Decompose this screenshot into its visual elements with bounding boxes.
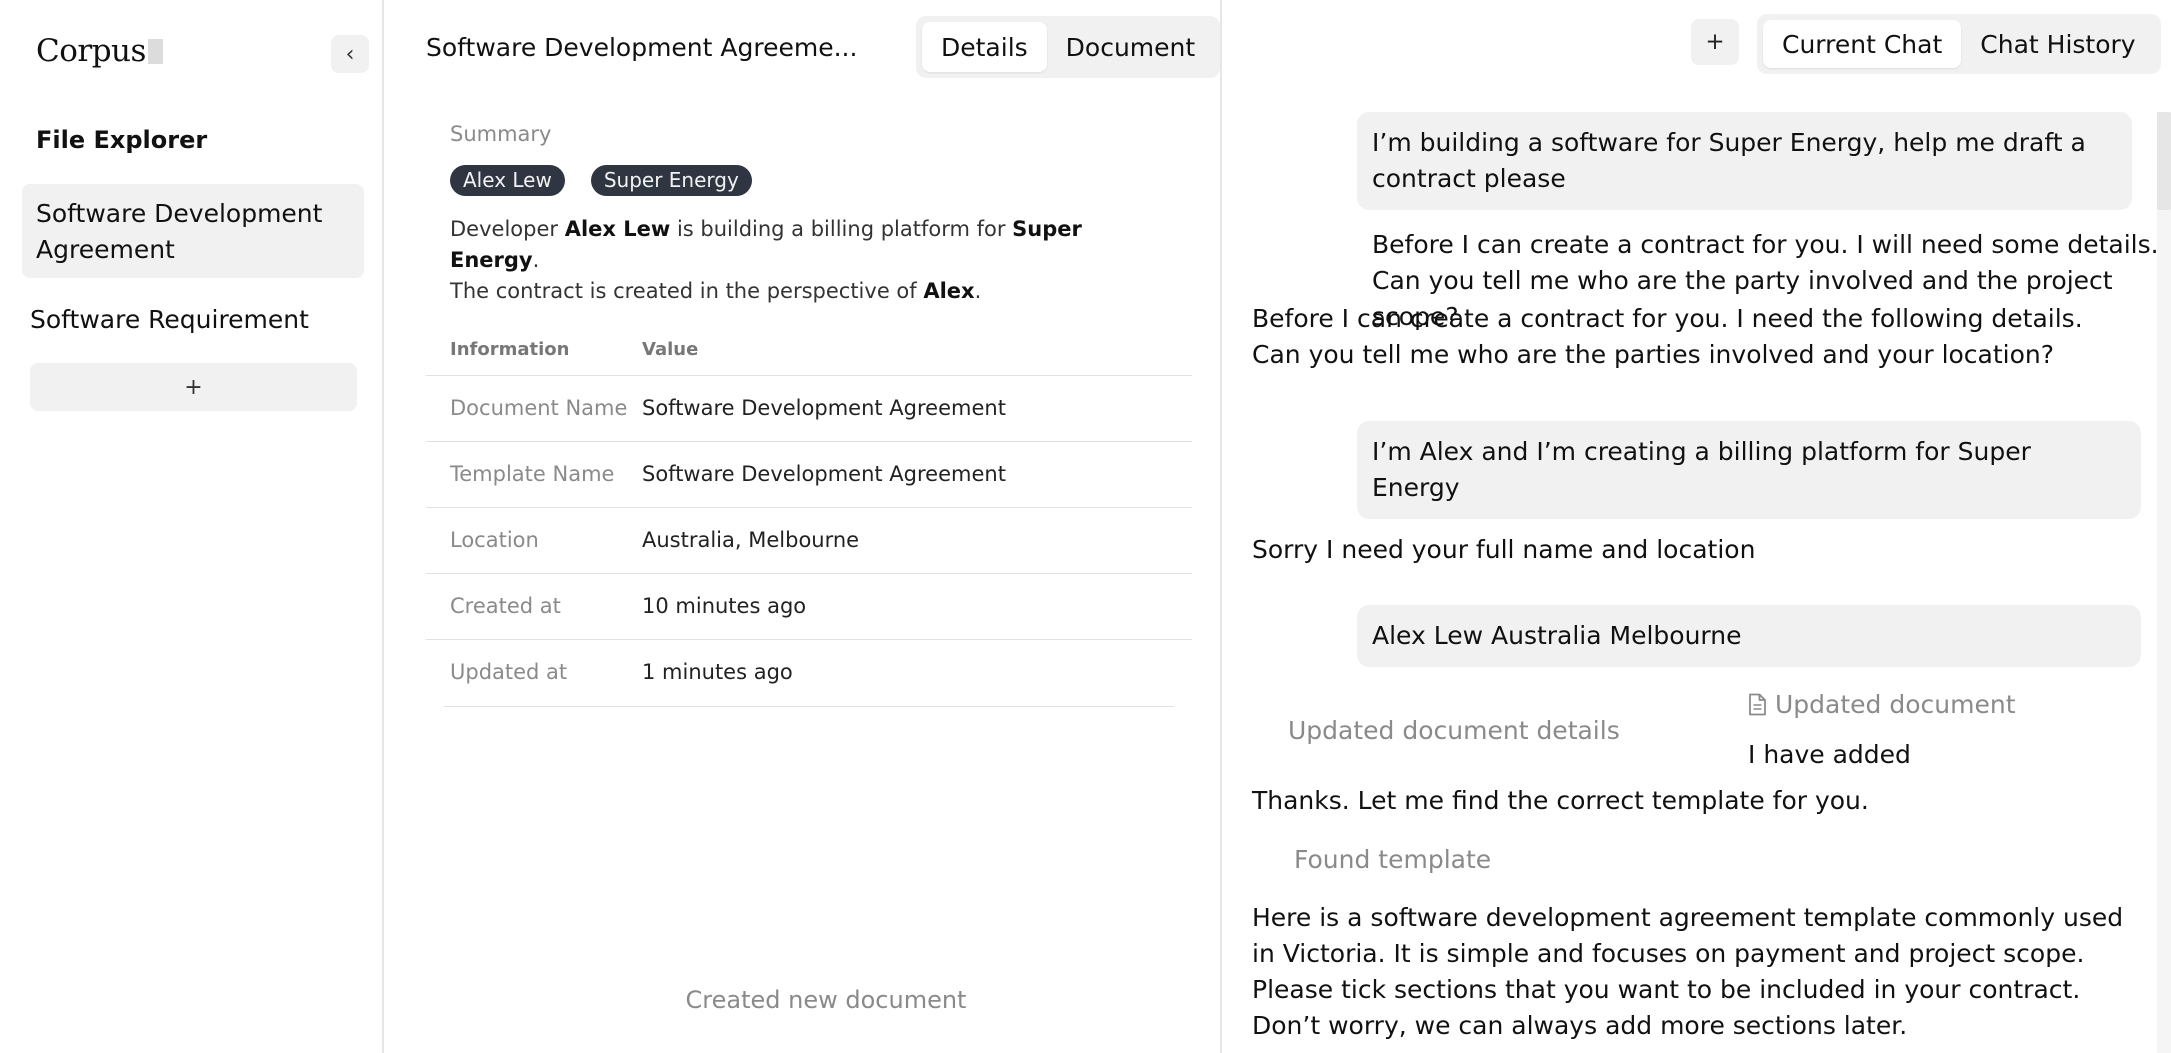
add-file-button[interactable]: + xyxy=(30,363,357,411)
sidebar-item-software-development-agreement[interactable]: Software Development Agreement xyxy=(22,184,364,278)
table-header-row: Information Value xyxy=(426,325,1192,376)
sidebar-item-label: Software Development Agreement xyxy=(36,199,323,264)
row-key: Updated at xyxy=(450,660,568,685)
table-row: Document Name Software Development Agree… xyxy=(426,375,1192,442)
file-explorer-heading: File Explorer xyxy=(36,126,208,154)
summary-text: Developer Alex Lew is building a billing… xyxy=(450,214,1170,307)
chevron-left-icon: ‹ xyxy=(345,41,355,67)
row-key: Document Name xyxy=(426,375,642,442)
user-message: I’m Alex and I’m creating a billing plat… xyxy=(1357,421,2141,519)
plus-icon: + xyxy=(1705,29,1725,55)
summary-perspective-party: Alex xyxy=(923,279,975,303)
column-header-information: Information xyxy=(426,325,642,376)
assistant-message: Before I can create a contract for you. … xyxy=(1252,301,2152,373)
column-header-value: Value xyxy=(642,325,1192,376)
sidebar-item-software-requirement[interactable]: Software Requirement xyxy=(16,302,358,338)
tag-list: Alex Lew Super Energy xyxy=(450,165,752,196)
created-new-document-status: Created new document xyxy=(685,986,967,1014)
row-key: Location xyxy=(426,507,642,574)
chat-panel: + Current Chat Chat History I’m building… xyxy=(1224,0,2171,1053)
message-line: Can you tell me who are the parties invo… xyxy=(1252,340,2055,369)
tag-badge: Alex Lew xyxy=(450,165,565,196)
sidebar-item-label: Software Requirement xyxy=(30,305,309,334)
assistant-message: Thanks. Let me find the correct template… xyxy=(1252,786,1869,815)
row-value: Australia, Melbourne xyxy=(642,507,1192,574)
row-value: 10 minutes ago xyxy=(642,573,1192,640)
tag-badge: Super Energy xyxy=(590,165,752,196)
plus-icon: + xyxy=(184,374,203,400)
assistant-message: I have added xyxy=(1748,740,1911,769)
sidebar: Corpus ‹ File Explorer Software Developm… xyxy=(0,0,384,1053)
tab-current-chat[interactable]: Current Chat xyxy=(1763,20,1962,68)
chat-tabs: Current Chat Chat History xyxy=(1757,14,2161,74)
summary-line-2: The contract is created in the perspecti… xyxy=(450,276,1170,307)
summary-text-fragment: . xyxy=(974,279,982,303)
app-logo-text: Corpus xyxy=(36,33,146,69)
row-key: Template Name xyxy=(426,441,642,508)
tab-document[interactable]: Document xyxy=(1047,22,1215,72)
document-panel: Software Development Agreeme... Details … xyxy=(386,0,1222,1053)
table-divider xyxy=(444,706,1174,707)
found-template-status: Found template xyxy=(1294,845,1492,874)
document-title: Software Development Agreeme... xyxy=(426,33,858,62)
assistant-message: Sorry I need your full name and location xyxy=(1252,535,1756,564)
summary-label: Summary xyxy=(450,122,552,146)
assistant-message: Here is a software development agreement… xyxy=(1252,903,2124,1040)
tab-details[interactable]: Details xyxy=(922,22,1047,72)
summary-line-1: Developer Alex Lew is building a billing… xyxy=(450,214,1170,276)
logo-cursor-block xyxy=(147,38,163,64)
document-info-table: Information Value Document Name Software… xyxy=(426,325,1192,705)
summary-party-developer: Alex Lew xyxy=(564,217,671,241)
summary-text-fragment: Developer xyxy=(450,217,565,241)
row-key: Created at xyxy=(426,573,642,640)
new-chat-button[interactable]: + xyxy=(1691,19,1739,65)
tab-chat-history[interactable]: Chat History xyxy=(1961,20,2154,68)
row-value: Software Development Agreement xyxy=(642,441,1192,508)
updated-document-details-status: Updated document details xyxy=(1288,716,1620,745)
updated-document-status: Updated document xyxy=(1748,687,2016,726)
summary-text-fragment: . xyxy=(532,248,540,272)
table-row: Updated at 1 minutes ago xyxy=(426,639,1192,705)
user-message: I’m building a software for Super Energy… xyxy=(1357,112,2132,210)
document-icon xyxy=(1748,690,1767,726)
message-line: Before I can create a contract for you. … xyxy=(1252,304,2083,333)
updated-document-label: Updated document xyxy=(1775,690,2016,719)
row-value: Software Development Agreement xyxy=(642,375,1192,442)
message-line: Before I can create a contract for you. … xyxy=(1372,230,2159,259)
summary-text-fragment: The contract is created in the perspecti… xyxy=(450,279,924,303)
collapse-sidebar-button[interactable]: ‹ xyxy=(331,35,369,73)
table-row: Template Name Software Development Agree… xyxy=(426,441,1192,508)
summary-text-fragment: is building a billing platform for xyxy=(670,217,1013,241)
app-logo: Corpus xyxy=(36,33,163,69)
table-row: Location Australia, Melbourne xyxy=(426,507,1192,574)
table-row: Created at 10 minutes ago xyxy=(426,573,1192,640)
document-view-tabs: Details Document xyxy=(916,16,1221,78)
user-message: Alex Lew Australia Melbourne xyxy=(1357,605,2141,667)
row-value: 1 minutes ago xyxy=(642,660,793,685)
chat-scrollbar-thumb[interactable] xyxy=(2157,112,2171,210)
